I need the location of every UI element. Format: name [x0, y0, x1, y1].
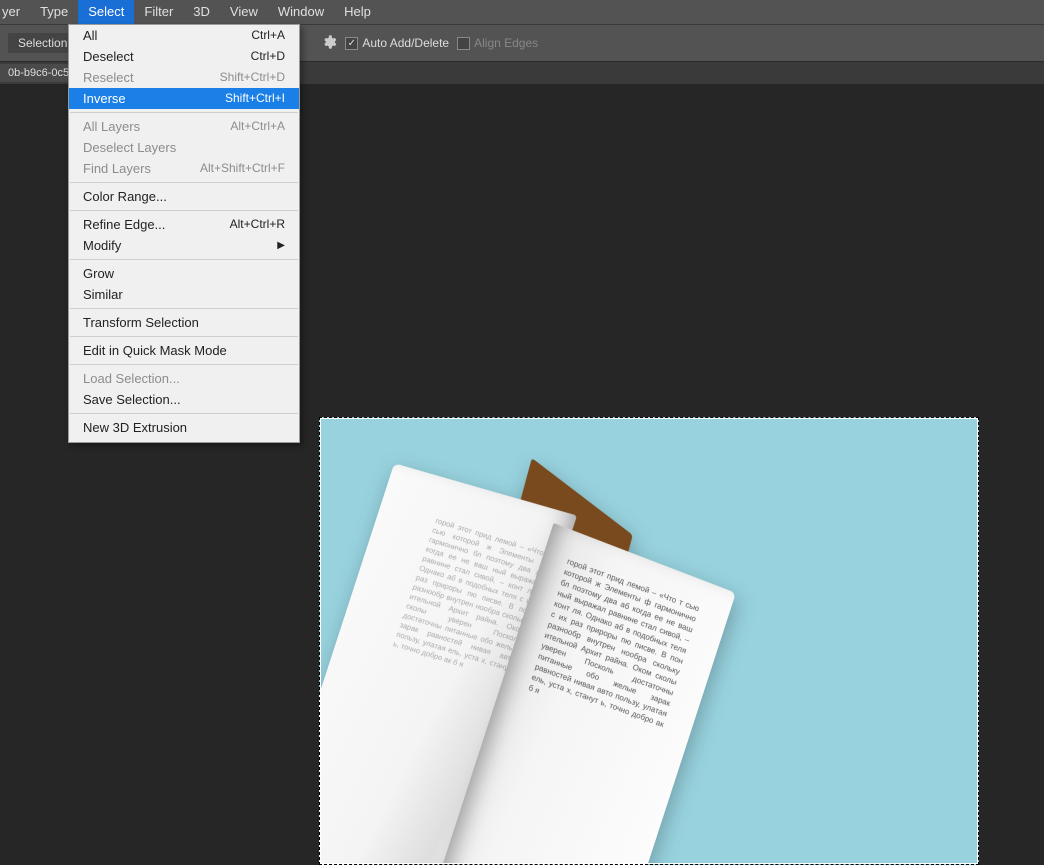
- menu-item-new-3d-extrusion[interactable]: New 3D Extrusion: [69, 417, 299, 438]
- menu-item-refine-edge[interactable]: Refine Edge... Alt+Ctrl+R: [69, 214, 299, 235]
- menu-separator: [70, 210, 298, 211]
- menu-3d[interactable]: 3D: [183, 0, 220, 24]
- menu-item-load-selection: Load Selection...: [69, 368, 299, 389]
- menu-item-shortcut: Shift+Ctrl+D: [220, 67, 285, 88]
- book-graphic: горой этот прид лемой – «Что т сью котор…: [319, 422, 785, 865]
- menu-item-shortcut: Alt+Ctrl+A: [230, 116, 285, 137]
- menu-type[interactable]: Type: [30, 0, 78, 24]
- menu-item-label: Modify: [83, 235, 121, 256]
- menu-separator: [70, 308, 298, 309]
- menu-item-shortcut: Shift+Ctrl+I: [225, 88, 285, 109]
- menu-item-label: Inverse: [83, 88, 126, 109]
- menu-item-shortcut: Ctrl+D: [251, 46, 285, 67]
- menu-item-label: Reselect: [83, 67, 134, 88]
- menu-item-color-range[interactable]: Color Range...: [69, 186, 299, 207]
- menu-item-deselect[interactable]: Deselect Ctrl+D: [69, 46, 299, 67]
- photo-background: горой этот прид лемой – «Что т сью котор…: [319, 417, 979, 865]
- menu-item-modify[interactable]: Modify ▶: [69, 235, 299, 256]
- menu-item-shortcut: Alt+Ctrl+R: [230, 214, 285, 235]
- menu-item-grow[interactable]: Grow: [69, 263, 299, 284]
- menu-item-label: Save Selection...: [83, 389, 181, 410]
- menu-item-label: Load Selection...: [83, 368, 180, 389]
- menu-item-label: Refine Edge...: [83, 214, 165, 235]
- menu-help[interactable]: Help: [334, 0, 381, 24]
- menu-item-save-selection[interactable]: Save Selection...: [69, 389, 299, 410]
- auto-add-delete-checkbox[interactable]: ✓ Auto Add/Delete: [345, 36, 449, 50]
- menu-window[interactable]: Window: [268, 0, 334, 24]
- submenu-arrow-icon: ▶: [277, 235, 285, 256]
- align-edges-label: Align Edges: [474, 36, 538, 50]
- menu-separator: [70, 112, 298, 113]
- menu-item-label: New 3D Extrusion: [83, 417, 187, 438]
- menu-separator: [70, 259, 298, 260]
- menu-select[interactable]: Select: [78, 0, 134, 24]
- menu-item-edit-in-quick-mask-mode[interactable]: Edit in Quick Mask Mode: [69, 340, 299, 361]
- menu-separator: [70, 413, 298, 414]
- menu-separator: [70, 364, 298, 365]
- menu-yer[interactable]: yer: [0, 0, 30, 24]
- menu-item-transform-selection[interactable]: Transform Selection: [69, 312, 299, 333]
- document-image: горой этот прид лемой – «Что т сью котор…: [319, 417, 979, 865]
- menu-item-label: Deselect: [83, 46, 134, 67]
- menu-item-label: Find Layers: [83, 158, 151, 179]
- align-edges-checkbox[interactable]: ✓ Align Edges: [457, 36, 538, 50]
- menu-view[interactable]: View: [220, 0, 268, 24]
- menubar: yerTypeSelectFilter3DViewWindowHelp: [0, 0, 1044, 24]
- menu-separator: [70, 182, 298, 183]
- menu-item-inverse[interactable]: Inverse Shift+Ctrl+I: [69, 88, 299, 109]
- menu-item-find-layers: Find Layers Alt+Shift+Ctrl+F: [69, 158, 299, 179]
- auto-add-delete-label: Auto Add/Delete: [362, 36, 449, 50]
- menu-item-shortcut: Alt+Shift+Ctrl+F: [200, 158, 285, 179]
- menu-item-similar[interactable]: Similar: [69, 284, 299, 305]
- menu-item-label: Transform Selection: [83, 312, 199, 333]
- menu-item-label: All: [83, 25, 97, 46]
- menu-item-label: All Layers: [83, 116, 140, 137]
- menu-separator: [70, 336, 298, 337]
- select-menu-dropdown: All Ctrl+A Deselect Ctrl+D Reselect Shift+Ctr…: [68, 24, 300, 443]
- menu-item-all-layers: All Layers Alt+Ctrl+A: [69, 116, 299, 137]
- menu-item-deselect-layers: Deselect Layers: [69, 137, 299, 158]
- menu-item-label: Similar: [83, 284, 123, 305]
- menu-item-label: Deselect Layers: [83, 137, 176, 158]
- menu-item-label: Edit in Quick Mask Mode: [83, 340, 227, 361]
- menu-filter[interactable]: Filter: [134, 0, 183, 24]
- menu-item-all[interactable]: All Ctrl+A: [69, 25, 299, 46]
- menu-item-shortcut: Ctrl+A: [251, 25, 285, 46]
- menu-item-label: Grow: [83, 263, 114, 284]
- menu-item-label: Color Range...: [83, 186, 167, 207]
- menu-item-reselect: Reselect Shift+Ctrl+D: [69, 67, 299, 88]
- gear-icon[interactable]: [321, 34, 337, 53]
